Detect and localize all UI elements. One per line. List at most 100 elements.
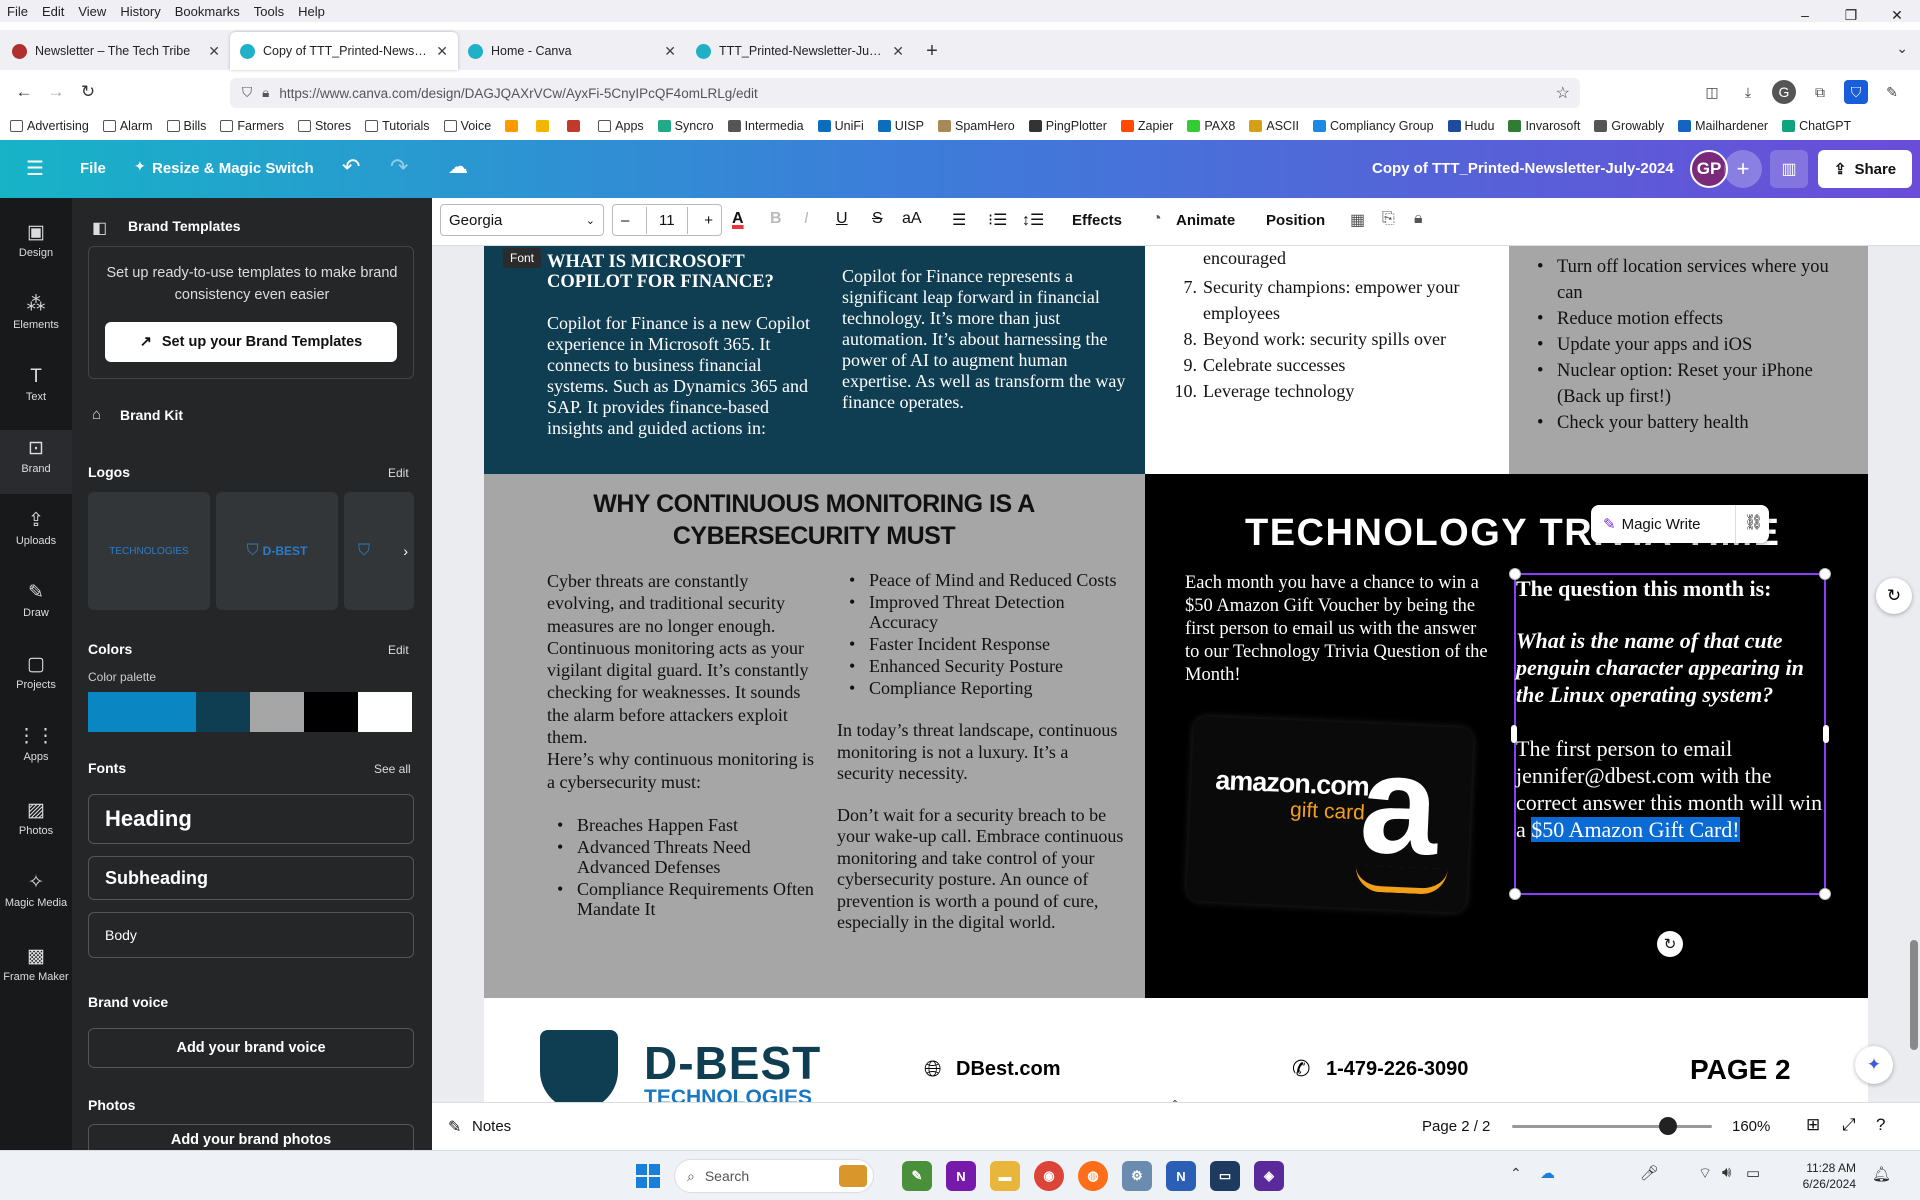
add-brand-voice-button[interactable]: Add your brand voice [88,1028,414,1068]
color-swatch[interactable] [142,692,196,732]
bookmark-item[interactable]: UISP [877,119,924,133]
clock[interactable]: 11:28 AM 6/26/2024 [1776,1160,1856,1192]
font-selector[interactable]: Georgia ⌄ [440,204,604,236]
rail-brand[interactable]: ⊡ Brand [0,430,72,494]
bookmark-item[interactable]: Mailhardener [1678,119,1768,133]
rail-uploads[interactable]: ⇪ Uploads [0,502,72,566]
reload-icon[interactable]: ↻ [72,76,104,108]
notification-bell-icon[interactable]: 🔔︎ [1872,1165,1891,1183]
logo-thumbnail[interactable]: TECHNOLOGIES [88,492,210,610]
fullscreen-icon[interactable]: ⤢ [1842,1115,1856,1135]
list-icon[interactable]: ⁝☰ [988,210,1007,230]
amazon-gift-card-image[interactable]: amazon.com gift card a [1186,715,1474,914]
chevron-right-icon[interactable]: › [403,543,408,559]
resize-handle[interactable] [1509,888,1521,900]
rotate-handle-icon[interactable]: ↻ [1657,931,1683,957]
logo-thumbnail[interactable]: ⛉ D-BEST [216,492,338,610]
close-tab-icon[interactable]: ✕ [208,43,220,60]
bookmark-item[interactable]: Invarosoft [1508,119,1580,133]
copilot-section[interactable]: WHAT IS MICROSOFT COPILOT FOR FINANCE? C… [484,246,1145,474]
iphone-tips-section[interactable]: • Turn off location services where you ca… [1509,246,1868,474]
close-tab-icon[interactable]: ✕ [892,43,904,60]
footer-page-number[interactable]: PAGE 2 [1690,1054,1791,1086]
resize-handle[interactable] [1509,568,1521,580]
redo-icon[interactable]: ↷ [390,154,408,180]
trivia-text[interactable]: Each month you have a chance to win a $5… [1185,572,1490,687]
copilot-left-text[interactable]: Copilot for Finance is a new Copilot exp… [547,313,822,439]
answer-instructions[interactable]: The first person to email jennifer@dbest… [1516,735,1824,843]
bookmark-item[interactable]: Bills [166,119,206,133]
zoom-slider-handle[interactable] [1659,1117,1677,1135]
start-windows-icon[interactable] [636,1164,660,1188]
mic-icon[interactable]: 🎤︎ [1640,1164,1659,1182]
chrome-icon[interactable]: ◉ [1034,1161,1064,1191]
tab-newsletter[interactable]: Newsletter – The Tech Tribe ✕ [2,32,230,70]
bookmark-item[interactable]: Compliancy Group [1313,119,1434,133]
close-tab-icon[interactable]: ✕ [436,43,448,60]
menu-file[interactable]: File [0,4,35,19]
taskbar-app-icon[interactable]: ▭ [1210,1161,1240,1191]
bookmark-item[interactable] [505,120,522,132]
trivia-question[interactable]: What is the name of that cute penguin ch… [1516,627,1824,708]
bookmark-item[interactable]: Growably [1594,119,1664,133]
insights-chart-icon[interactable]: ▥ [1770,150,1808,188]
file-menu-button[interactable]: File [80,160,106,177]
footer-phone[interactable]: 1-479-226-3090 [1326,1058,1468,1081]
trivia-section[interactable]: TECHNOLOGY TRIVIA TIME ✎ Magic Write ⛓ E… [1145,474,1868,998]
decrease-size-icon[interactable]: – [621,212,629,229]
bookmark-item[interactable]: ChatGPT [1782,119,1851,133]
hamburger-menu-icon[interactable]: ☰ [26,156,44,181]
list-tabs-chevron-icon[interactable]: ⌄ [1896,40,1908,57]
footer-website[interactable]: DBest.com [956,1058,1060,1081]
font-size-value[interactable]: 11 [646,206,688,234]
color-swatch[interactable] [196,692,250,732]
text-color-icon[interactable]: A [732,210,744,228]
question-label[interactable]: The question this month is: [1516,575,1824,602]
heading-font[interactable]: Heading [88,794,414,844]
letter-case-icon[interactable]: aA [902,210,922,228]
resize-handle[interactable] [1819,888,1831,900]
menu-edit[interactable]: Edit [35,4,71,19]
url-bar[interactable]: ⛉ 🔒︎ https://www.canva.com/design/DAGJQA… [230,78,1580,108]
italic-icon[interactable]: I [804,210,808,228]
avatar[interactable]: GP [1690,150,1728,188]
pen-extension-icon[interactable]: ✎ [1880,80,1904,104]
position-button[interactable]: Position [1266,212,1325,229]
document-title[interactable]: Copy of TTT_Printed-Newsletter-July-2024 [1372,160,1674,177]
invite-plus-icon[interactable]: + [1724,150,1762,188]
bookmark-item[interactable]: ASCII [1249,119,1299,133]
bookmark-star-icon[interactable]: ☆ [1556,83,1570,103]
rail-frame-maker[interactable]: ▩ Frame Maker [0,938,72,1002]
extensions-icon[interactable]: ⧉ [1808,80,1832,104]
see-all-fonts-link[interactable]: See all [374,762,411,776]
bookmark-item[interactable]: PAX8 [1187,119,1235,133]
refresh-suggestion-icon[interactable]: ↻ [1876,578,1912,614]
page-indicator[interactable]: Page 2 / 2 [1422,1118,1490,1135]
restore-button[interactable]: ❐ [1828,0,1874,30]
bookmark-item[interactable]: Voice [443,119,491,133]
animate-button[interactable]: Animate [1176,212,1235,229]
battery-icon[interactable]: ▭ [1746,1164,1760,1182]
bookmark-item[interactable]: Intermedia [727,119,804,133]
monitoring-left-text[interactable]: Cyber threats are constantly evolving, a… [547,570,819,921]
notes-button[interactable]: Notes [472,1118,511,1135]
font-size-stepper[interactable]: – 11 + [612,204,722,236]
tab-canva-original[interactable]: TTT_Printed-Newsletter-July-2024 ✕ [686,32,914,70]
close-window-button[interactable]: ✕ [1874,0,1920,30]
magic-write-popup[interactable]: ✎ Magic Write ⛓ [1591,505,1769,543]
monitoring-section[interactable]: WHY CONTINUOUS MONITORING IS A CYBERSECU… [484,474,1145,998]
brand-kit-heading[interactable]: Brand Kit [120,407,183,423]
rail-apps[interactable]: ⋮⋮ Apps [0,718,72,782]
page-footer[interactable]: D-BEST TECHNOLOGIES 🌐︎ DBest.com ✆ 1-479… [484,1002,1868,1104]
rail-design[interactable]: ▣ Design [0,214,72,278]
color-swatch[interactable] [304,692,358,732]
transparency-icon[interactable]: ▦ [1350,210,1365,230]
bitwarden-icon[interactable]: ⛉ [1844,80,1868,104]
menu-help[interactable]: Help [291,4,332,19]
rail-magic-media[interactable]: ✧ Magic Media [0,864,72,928]
vertical-scrollbar[interactable] [1910,940,1918,1050]
logos-edit-link[interactable]: Edit [388,466,409,480]
monitoring-heading[interactable]: WHY CONTINUOUS MONITORING IS A CYBERSECU… [564,488,1064,552]
align-left-icon[interactable]: ☰ [952,210,966,230]
bookmark-item[interactable]: Syncro [657,119,714,133]
